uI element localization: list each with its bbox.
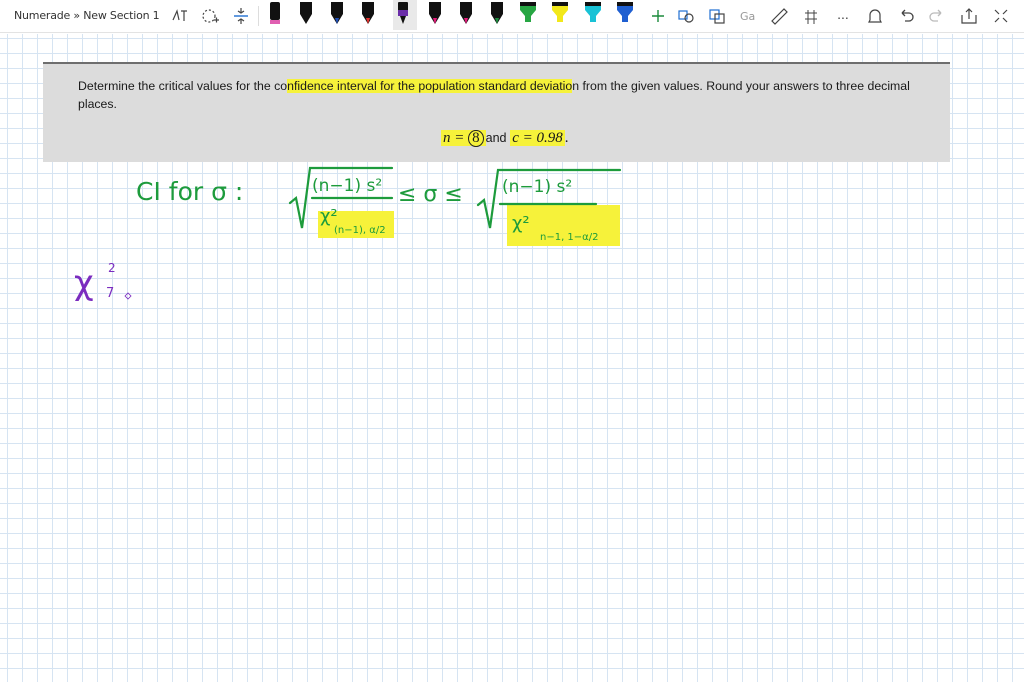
breadcrumb[interactable]: Numerade » New Section 1: [14, 9, 160, 22]
more-icon[interactable]: ...: [832, 5, 854, 27]
pen-pink-icon[interactable]: [265, 0, 285, 30]
problem-text-part: Determine the critical values for the co: [78, 79, 288, 93]
shape-icon[interactable]: [675, 5, 697, 27]
add-pen-icon[interactable]: [647, 5, 669, 27]
highlighter-yellow-icon[interactable]: [550, 0, 570, 30]
fullscreen-icon[interactable]: [990, 5, 1012, 27]
pen-black-icon[interactable]: [296, 0, 316, 30]
formula-n-label: n =: [443, 130, 465, 146]
undo-icon[interactable]: [895, 5, 917, 27]
ink-to-text-icon[interactable]: Ga: [737, 5, 759, 27]
formula-and: and: [485, 131, 507, 145]
redo-icon[interactable]: [926, 5, 948, 27]
add-space-icon[interactable]: [199, 5, 221, 27]
problem-statement-image: Determine the critical values for the co…: [43, 62, 950, 162]
pen-magenta-2-icon[interactable]: [456, 0, 476, 30]
toolbar: Numerade » New Section 1 Ga ...: [0, 0, 1024, 33]
pen-blue-icon[interactable]: [327, 0, 347, 30]
svg-text:Ga: Ga: [740, 10, 755, 23]
highlighter-blue-icon[interactable]: [615, 0, 635, 30]
pen-purple-icon[interactable]: [393, 0, 417, 30]
problem-formula: n = 8 and c = 0.98.: [441, 130, 569, 147]
ruler-icon[interactable]: [768, 5, 790, 27]
highlighter-green-icon[interactable]: [518, 0, 538, 30]
problem-text-highlighted: nfidence interval for the population sta…: [287, 79, 573, 93]
share-icon[interactable]: [958, 5, 980, 27]
insert-space-icon[interactable]: [230, 5, 252, 27]
highlighter-cyan-icon[interactable]: [583, 0, 603, 30]
pen-red-icon[interactable]: [358, 0, 378, 30]
formula-period: .: [564, 130, 569, 146]
formula-c: c = 0.98: [512, 130, 563, 146]
problem-text: Determine the critical values for the co…: [78, 77, 938, 113]
lasso-select-icon[interactable]: [169, 5, 191, 27]
pen-green-icon[interactable]: [487, 0, 507, 30]
formula-n-value: 8: [468, 130, 484, 147]
pen-magenta-icon[interactable]: [425, 0, 445, 30]
bell-icon[interactable]: [864, 5, 886, 27]
ink-to-shape-icon[interactable]: [706, 5, 728, 27]
math-icon[interactable]: [800, 5, 822, 27]
